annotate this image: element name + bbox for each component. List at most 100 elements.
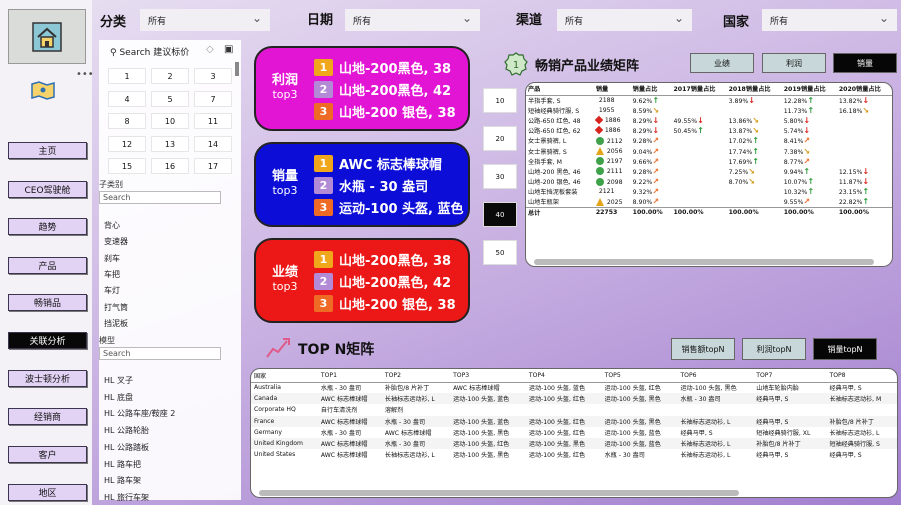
topn-header[interactable]: TOP8 bbox=[826, 369, 897, 383]
subcategory-item[interactable]: 车灯 bbox=[104, 285, 120, 296]
topn-count-button[interactable]: 50 bbox=[483, 240, 517, 265]
subcategory-search-input[interactable]: Search bbox=[99, 191, 221, 204]
category-number-option[interactable]: 4 bbox=[108, 90, 146, 107]
topn-row[interactable]: Germany 水瓶 - 30 盎司 AWC 标志棒球帽 运动-100 头盔, 黑色 运… bbox=[251, 427, 897, 438]
category-number-option[interactable]: 12 bbox=[108, 135, 146, 152]
matrix-row[interactable]: 公路-650 红色, 62 1886 8.29% ↓ 50.45% ↑ 13.87% ↘… bbox=[526, 125, 892, 136]
category-number-option[interactable]: 17 bbox=[194, 158, 232, 174]
topn-header[interactable]: TOP1 bbox=[317, 369, 382, 383]
category-number-option[interactable]: 1 bbox=[108, 68, 146, 84]
matrix-row[interactable]: 全指手套, M 2197 9.66% ↗ 17.69% ↑ 8.77% ↗ bbox=[526, 156, 892, 166]
category-number-option[interactable]: 15 bbox=[108, 158, 146, 174]
matrix-row[interactable]: 短袖经典骑行服, S 1955 8.59% ↘ 11.73% ↑ 16.18% ↘ bbox=[526, 105, 892, 115]
nav-item[interactable]: 地区 bbox=[8, 484, 87, 501]
subcategory-item[interactable]: 打气筒 bbox=[104, 302, 128, 313]
matrix-row[interactable]: 公路-650 红色, 48 1886 8.29% ↓ 49.55% ↓ 13.86% ↘… bbox=[526, 115, 892, 125]
eraser-icon[interactable]: ◇ bbox=[206, 44, 214, 55]
matrix-header[interactable]: 2019销量占比 bbox=[781, 83, 837, 96]
home-icon[interactable] bbox=[8, 9, 86, 64]
model-item[interactable]: HL 叉子 bbox=[104, 375, 133, 386]
topn-tab[interactable]: 销量topN bbox=[813, 338, 877, 360]
model-item[interactable]: HL 公路车座/鞍座 2 bbox=[104, 408, 175, 419]
top3-card-sales[interactable]: 业绩 top3 1 山地-200黑色, 38 2 山地-200黑色, 42 3 山地-200 … bbox=[254, 238, 470, 323]
nav-item[interactable]: 波士顿分析 bbox=[8, 370, 87, 387]
category-number-option[interactable]: 2 bbox=[151, 68, 189, 84]
matrix-tab[interactable]: 利润 bbox=[762, 53, 826, 73]
nav-item[interactable]: 趋势 bbox=[8, 218, 87, 235]
category-search[interactable]: ⚲ Search 建议标价 bbox=[110, 45, 202, 58]
nav-item[interactable]: CEO驾驶舱 bbox=[8, 181, 87, 198]
horizontal-scrollbar[interactable] bbox=[534, 259, 874, 265]
subcategory-item[interactable]: 背心 bbox=[104, 220, 120, 231]
top3-card-volume[interactable]: 销量 top3 1 AWC 标志棒球帽 2 水瓶 - 30 盎司 3 运动-100 头盔, 蓝… bbox=[254, 142, 470, 227]
nav-item[interactable]: 畅销品 bbox=[8, 294, 87, 311]
matrix-header[interactable]: 2018销量占比 bbox=[726, 83, 782, 96]
nav-item[interactable]: 经销商 bbox=[8, 408, 87, 425]
category-number-option[interactable]: 13 bbox=[151, 135, 189, 152]
matrix-row[interactable]: 山地车瓶架 2025 8.90% ↗ 9.55% ↗ 22.82% ↑ bbox=[526, 197, 892, 207]
category-number-option[interactable]: 5 bbox=[151, 90, 189, 107]
topn-header[interactable]: TOP2 bbox=[381, 369, 451, 383]
matrix-row[interactable]: 山地-200 银色, 46 2098 9.22% ↗ 8.70% ↘ 10.07% ↑ 1… bbox=[526, 177, 892, 187]
model-item[interactable]: HL 底盘 bbox=[104, 392, 133, 403]
topn-row[interactable]: France AWC 标志棒球帽 水瓶 - 30 盎司 运动-100 头盔, 蓝色 运动… bbox=[251, 415, 897, 427]
horizontal-scrollbar[interactable] bbox=[259, 490, 739, 496]
category-number-option[interactable]: 8 bbox=[108, 113, 146, 129]
channel-select[interactable]: 所有 ⌄ bbox=[557, 9, 692, 31]
topn-header[interactable]: TOP4 bbox=[525, 369, 602, 383]
matrix-row[interactable]: 山地车挡泥板套装 2121 9.32% ↗ 10.32% ↑ 23.15% ↑ bbox=[526, 187, 892, 197]
topn-row[interactable]: United States AWC 标志棒球帽 长袖标志运动衫, L 运动-100 头… bbox=[251, 449, 897, 460]
category-number-option[interactable]: 7 bbox=[194, 90, 232, 107]
more-options-icon[interactable]: ••• bbox=[76, 69, 94, 80]
nav-item[interactable]: 主页 bbox=[8, 142, 87, 159]
topn-tab[interactable]: 销售额topN bbox=[671, 338, 735, 360]
topn-header[interactable]: TOP3 bbox=[450, 369, 526, 383]
category-number-option[interactable]: 10 bbox=[151, 113, 189, 129]
matrix-tab[interactable]: 销量 bbox=[833, 53, 897, 73]
model-search-input[interactable]: Search bbox=[99, 347, 221, 360]
map-icon[interactable] bbox=[30, 80, 56, 104]
model-item[interactable]: HL 公路轮胎 bbox=[104, 425, 149, 436]
scrollbar-thumb[interactable] bbox=[235, 62, 239, 76]
model-item[interactable]: HL 路车把 bbox=[104, 459, 141, 470]
matrix-row[interactable]: 女士景骑裤, S 2056 9.04% ↗ 17.74% ↑ 7.38% ↘ bbox=[526, 146, 892, 156]
matrix-header[interactable]: 产品 bbox=[526, 83, 594, 96]
topn-row[interactable]: United Kingdom AWC 标志棒球帽 水瓶 - 30 盎司 运动-100 … bbox=[251, 437, 897, 450]
model-item[interactable]: HL 公路踏板 bbox=[104, 442, 149, 453]
subcategory-item[interactable]: 车把 bbox=[104, 269, 120, 280]
category-number-option[interactable]: 3 bbox=[194, 68, 232, 84]
topn-count-button[interactable]: 20 bbox=[483, 126, 517, 151]
topn-header[interactable]: TOP6 bbox=[677, 369, 754, 383]
matrix-row[interactable]: 半指手套, S 2188 9.62% ↑ 3.89% ↓ 12.28% ↑ 13.82% … bbox=[526, 95, 892, 105]
select-all-icon[interactable]: ▣ bbox=[224, 44, 233, 55]
topn-row[interactable]: Corporate HQ 自行车清洗剂 溶解剂 bbox=[251, 404, 897, 415]
model-item[interactable]: HL 路车架 bbox=[104, 475, 141, 486]
matrix-header[interactable]: 销量占比 bbox=[630, 83, 672, 96]
country-select[interactable]: 所有 ⌄ bbox=[762, 9, 897, 31]
topn-header[interactable]: 国家 bbox=[251, 369, 318, 383]
category-number-option[interactable]: 11 bbox=[194, 113, 232, 129]
category-number-option[interactable]: 16 bbox=[151, 158, 189, 174]
nav-item[interactable]: 客户 bbox=[8, 446, 87, 463]
topn-header[interactable]: TOP7 bbox=[753, 369, 827, 383]
topn-tab[interactable]: 利润topN bbox=[742, 338, 806, 360]
topn-row[interactable]: Canada AWC 标志棒球帽 长袖标志运动衫, L 运动-100 头盔, 蓝色 运动… bbox=[251, 393, 897, 405]
model-item[interactable]: HL 旅行车架 bbox=[104, 492, 149, 503]
topn-row[interactable]: Australia 水瓶 - 30 盎司 补胎包/8 片补丁 AWC 标志棒球帽 运动-… bbox=[251, 382, 897, 393]
subcategory-item[interactable]: 刹车 bbox=[104, 253, 120, 264]
matrix-header[interactable]: 2020销量占比 bbox=[836, 83, 892, 96]
matrix-tab[interactable]: 业绩 bbox=[690, 53, 754, 73]
topn-count-button[interactable]: 40 bbox=[483, 202, 517, 227]
topn-header[interactable]: TOP5 bbox=[601, 369, 678, 383]
top3-card-profit[interactable]: 利润 top3 1 山地-200黑色, 38 2 山地-200黑色, 42 3 山地-200 … bbox=[254, 46, 470, 131]
category-number-option[interactable]: 14 bbox=[194, 135, 232, 152]
nav-item[interactable]: 关联分析 bbox=[8, 332, 87, 349]
date-select[interactable]: 所有 ⌄ bbox=[345, 9, 480, 31]
topn-count-button[interactable]: 10 bbox=[483, 88, 517, 113]
matrix-row[interactable]: 女士景骑裤, L 2112 9.28% ↗ 17.02% ↑ 8.41% ↗ bbox=[526, 136, 892, 146]
category-select[interactable]: 所有 ⌄ bbox=[140, 9, 270, 31]
matrix-header[interactable]: 销量 bbox=[593, 83, 631, 96]
subcategory-item[interactable]: 变速器 bbox=[104, 236, 128, 247]
nav-item[interactable]: 产品 bbox=[8, 257, 87, 274]
topn-count-button[interactable]: 30 bbox=[483, 164, 517, 189]
